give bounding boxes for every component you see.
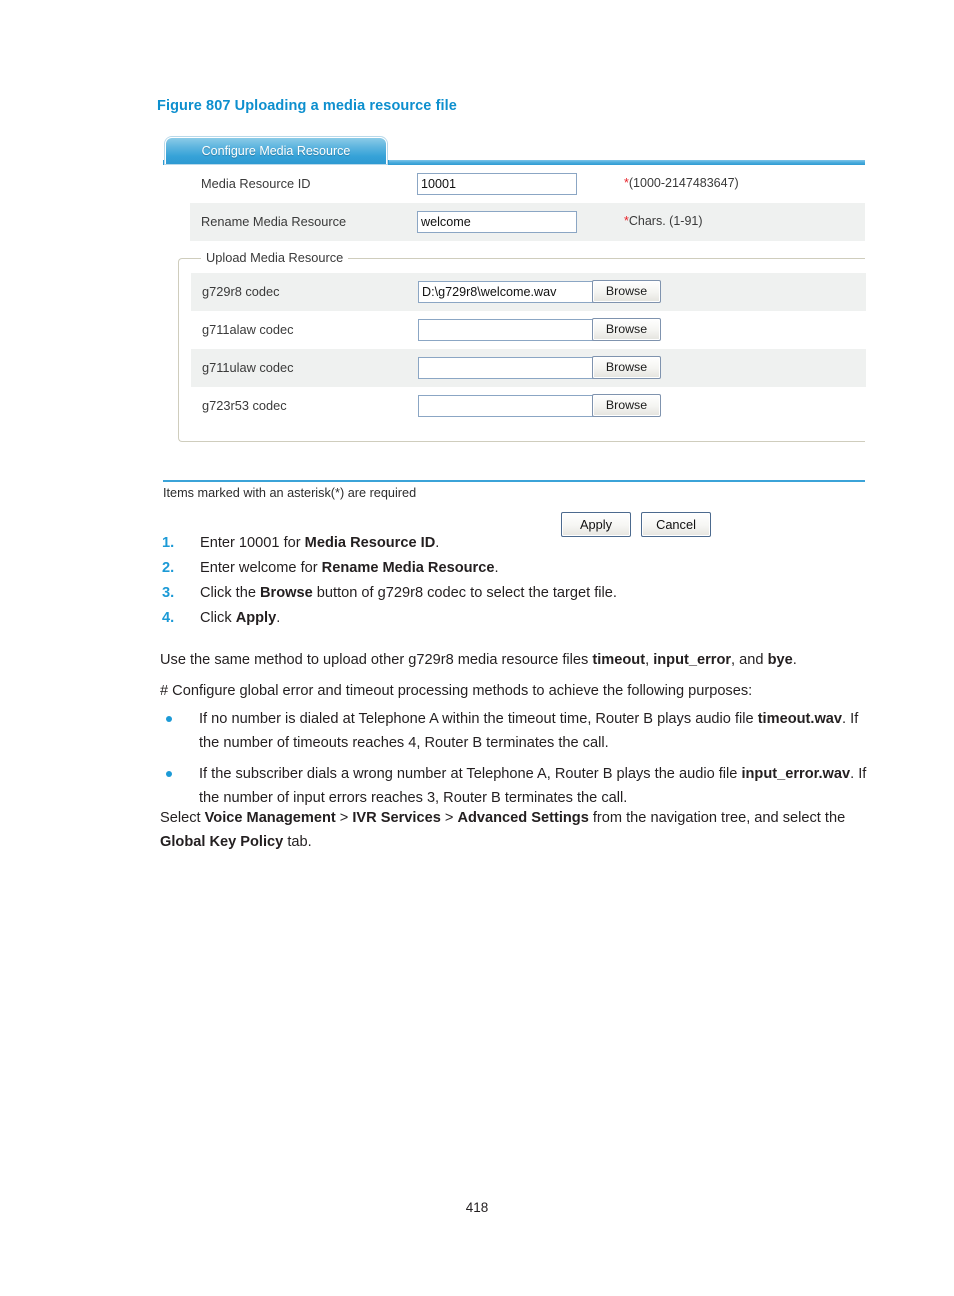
hint-rename-media-resource: *Chars. (1-91) bbox=[624, 214, 703, 228]
bullet-text: If no number is dialed at Telephone A wi… bbox=[199, 711, 859, 751]
group-title-upload-media-resource: Upload Media Resource bbox=[201, 250, 349, 265]
bullet-text: If the subscriber dials a wrong number a… bbox=[199, 766, 867, 806]
browse-button-g723r53[interactable]: Browse bbox=[592, 394, 661, 417]
label-media-resource-id: Media Resource ID bbox=[201, 176, 311, 191]
field-codec-g711ulaw bbox=[418, 357, 595, 379]
step-text: Enter 10001 for Media Resource ID. bbox=[200, 535, 440, 551]
page-number: 418 bbox=[465, 1200, 489, 1215]
media-resource-id-input[interactable] bbox=[417, 173, 577, 195]
label-codec-g729r8: g729r8 codec bbox=[202, 284, 280, 299]
browse-button-g729r8[interactable]: Browse bbox=[592, 280, 661, 303]
codec-g723r53-path-input[interactable] bbox=[418, 395, 595, 417]
paragraph-same-method: Use the same method to upload other g729… bbox=[160, 652, 797, 668]
bullet-dot-icon bbox=[166, 771, 172, 777]
row-codec-g711alaw: g711alaw codec Browse bbox=[191, 311, 866, 349]
tab-strip: Configure Media Resource bbox=[163, 134, 865, 165]
hint-media-resource-id: *(1000-2147483647) bbox=[624, 176, 739, 190]
label-codec-g711alaw: g711alaw codec bbox=[202, 322, 294, 337]
procedure-steps: 1. Enter 10001 for Media Resource ID. 2.… bbox=[160, 531, 866, 631]
required-fields-note: Items marked with an asterisk(*) are req… bbox=[163, 486, 417, 500]
rename-media-resource-input[interactable] bbox=[417, 211, 577, 233]
step-number: 2. bbox=[162, 560, 175, 576]
list-item: 2. Enter welcome for Rename Media Resour… bbox=[160, 556, 866, 581]
bullet-dot-icon bbox=[166, 716, 172, 722]
label-codec-g711ulaw: g711ulaw codec bbox=[202, 360, 294, 375]
list-item: 1. Enter 10001 for Media Resource ID. bbox=[160, 531, 866, 556]
row-codec-g723r53: g723r53 codec Browse bbox=[191, 387, 866, 425]
configure-media-resource-form: Media Resource ID *(1000-2147483647) Ren… bbox=[163, 165, 866, 482]
step-text: Click the Browse button of g729r8 codec … bbox=[200, 585, 617, 601]
tab-configure-media-resource[interactable]: Configure Media Resource bbox=[165, 137, 387, 164]
step-text: Click Apply. bbox=[200, 610, 281, 626]
list-item: If no number is dialed at Telephone A wi… bbox=[160, 707, 868, 755]
paragraph-select-navigation: Select Voice Management > IVR Services >… bbox=[160, 810, 846, 850]
step-number: 4. bbox=[162, 610, 175, 626]
field-codec-g729r8 bbox=[418, 281, 595, 303]
hint-text-media-resource-id: (1000-2147483647) bbox=[628, 176, 739, 190]
step-text: Enter welcome for Rename Media Resource. bbox=[200, 560, 499, 576]
list-item: If the subscriber dials a wrong number a… bbox=[160, 762, 868, 810]
field-codec-g723r53 bbox=[418, 395, 595, 417]
browse-button-g711alaw[interactable]: Browse bbox=[592, 318, 661, 341]
row-media-resource-id: Media Resource ID *(1000-2147483647) bbox=[190, 165, 865, 203]
field-media-resource-id bbox=[417, 173, 577, 195]
row-codec-g729r8: g729r8 codec Browse bbox=[191, 273, 866, 311]
browse-button-g711ulaw[interactable]: Browse bbox=[592, 356, 661, 379]
label-rename-media-resource: Rename Media Resource bbox=[201, 214, 347, 229]
media-resource-screenshot: Configure Media Resource Media Resource … bbox=[163, 134, 866, 537]
field-codec-g711alaw bbox=[418, 319, 595, 341]
hint-text-rename-media-resource: Chars. (1-91) bbox=[628, 214, 703, 228]
upload-media-resource-group: Upload Media Resource g729r8 codec Brows… bbox=[178, 250, 866, 442]
list-item: 3. Click the Browse button of g729r8 cod… bbox=[160, 581, 866, 606]
label-codec-g723r53: g723r53 codec bbox=[202, 398, 287, 413]
row-rename-media-resource: Rename Media Resource *Chars. (1-91) bbox=[190, 203, 865, 241]
field-rename-media-resource bbox=[417, 211, 577, 233]
step-number: 1. bbox=[162, 535, 175, 551]
codec-g711alaw-path-input[interactable] bbox=[418, 319, 595, 341]
codec-g729r8-path-input[interactable] bbox=[418, 281, 595, 303]
codec-g711ulaw-path-input[interactable] bbox=[418, 357, 595, 379]
list-item: 4. Click Apply. bbox=[160, 606, 866, 631]
paragraph-configure-global: # Configure global error and timeout pro… bbox=[160, 683, 753, 699]
figure-caption: Figure 807 Uploading a media resource fi… bbox=[157, 98, 457, 114]
step-number: 3. bbox=[162, 585, 175, 601]
row-codec-g711ulaw: g711ulaw codec Browse bbox=[191, 349, 866, 387]
purpose-bullet-list: If no number is dialed at Telephone A wi… bbox=[160, 707, 868, 817]
